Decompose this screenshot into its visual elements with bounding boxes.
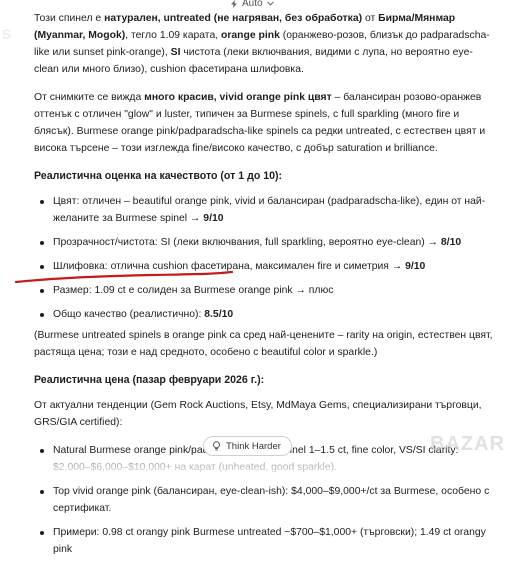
text-segment: Цвят: отличен – beautiful orange pink, v…: [53, 196, 486, 224]
bold-text: 8/10: [440, 237, 462, 248]
intro-paragraph-1: Този спинел е натурален, untreated (не н…: [34, 10, 496, 78]
chevron-down-icon: [266, 1, 274, 6]
price-item: Примери: 0.98 ct orangy pink Burmese unt…: [34, 524, 496, 558]
text-segment: от: [362, 13, 379, 24]
quality-list: Цвят: отличен – beautiful orange pink, v…: [34, 193, 496, 323]
watermark-left: S: [2, 26, 12, 42]
quality-note: (Burmese untreated spinels в orange pink…: [34, 330, 493, 358]
price-item: Top vivid orange pink (балансиран, eye-c…: [34, 483, 496, 517]
bold-text: SI: [170, 47, 181, 58]
quality-item: Размер: 1.09 ct е солиден за Burmese ora…: [34, 282, 496, 299]
price-intro: От актуални тенденции (Gem Rock Auctions…: [34, 400, 482, 428]
quality-heading: Реалистична оценка на качеството (от 1 д…: [34, 170, 283, 182]
price-heading: Реалистична цена (пазар февруари 2026 г.…: [34, 374, 265, 386]
watermark: BAZAR: [430, 433, 505, 455]
bold-text: 9/10: [405, 261, 426, 272]
response-content: Този спинел е натурален, untreated (не н…: [34, 10, 496, 565]
text-segment: Top vivid orange pink (балансиран, eye-c…: [53, 486, 490, 514]
text-segment: Този спинел е: [34, 13, 105, 24]
text-segment: Прозрачност/чистота: SI (леки включвания…: [53, 237, 441, 248]
bold-text: orange pink: [221, 30, 280, 41]
think-harder-label: Think Harder: [226, 440, 281, 452]
think-harder-button[interactable]: Think Harder: [203, 436, 292, 456]
text-segment: , тегло 1.09 карата,: [125, 30, 222, 41]
text-segment: Размер: 1.09 ct е солиден за Burmese ora…: [53, 285, 334, 296]
lightning-icon: [231, 0, 237, 8]
bold-text: натурален, untreated (не нагряван, без о…: [104, 13, 363, 24]
text-segment: От снимките се вижда: [34, 92, 145, 103]
bold-text: 8.5/10: [204, 309, 234, 320]
text-segment: Общо качество (реалистично):: [53, 309, 205, 320]
bold-text: много красив, vivid orange pink цвят: [144, 92, 332, 103]
lightbulb-icon: [213, 441, 220, 451]
bottom-fade: [0, 455, 508, 480]
intro-paragraph-2: От снимките се вижда много красив, vivid…: [34, 89, 496, 157]
quality-item-overall: Общо качество (реалистично): 8.5/10: [34, 306, 496, 323]
bold-text: 9/10: [203, 213, 224, 224]
quality-item: Шлифовка: отлична cushion фасетирана, ма…: [34, 258, 496, 275]
quality-item: Цвят: отличен – beautiful orange pink, v…: [34, 193, 496, 227]
text-segment: Шлифовка: отлична cushion фасетирана, ма…: [53, 261, 406, 272]
text-segment: Примери: 0.98 ct orangy pink Burmese unt…: [53, 527, 486, 555]
quality-item: Прозрачност/чистота: SI (леки включвания…: [34, 234, 496, 251]
